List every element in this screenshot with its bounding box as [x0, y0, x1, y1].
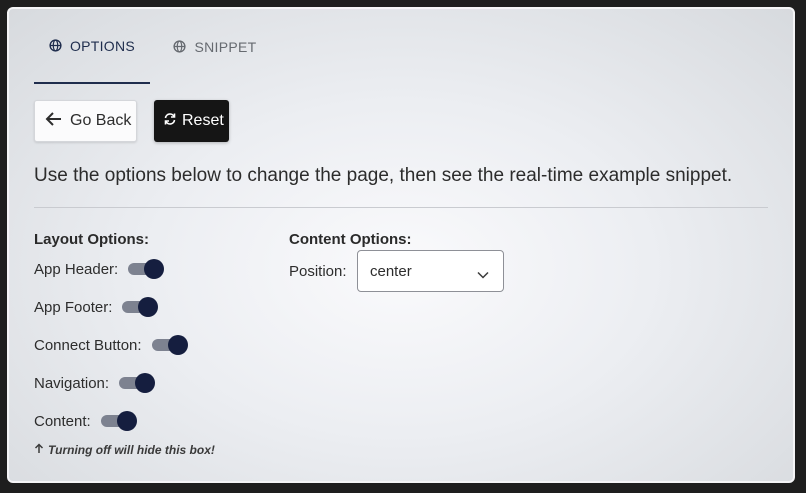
position-label: Position: [289, 263, 347, 280]
globe-icon [49, 39, 62, 52]
tab-options[interactable]: OPTIONS [34, 9, 150, 84]
go-back-button[interactable]: Go Back [34, 100, 137, 142]
option-label: App Header: [34, 260, 119, 278]
tab-options-label: OPTIONS [69, 37, 136, 54]
app-header-toggle[interactable] [128, 259, 165, 279]
hide-box-note: Turning off will hide this box! [34, 443, 215, 457]
position-value: center [370, 262, 412, 280]
note-text: Turning off will hide this box! [48, 443, 215, 457]
refresh-icon [163, 112, 177, 131]
divider [34, 207, 768, 208]
chevron-down-icon [477, 266, 489, 283]
option-app-footer: App Footer: [34, 296, 159, 318]
content-options-heading: Content Options: [289, 231, 412, 248]
tab-snippet[interactable]: SNIPPET [150, 9, 280, 84]
tab-bar: OPTIONS SNIPPET [34, 9, 280, 84]
connect-button-toggle[interactable] [151, 335, 188, 355]
option-connect-button: Connect Button: [34, 334, 188, 356]
navigation-toggle[interactable] [119, 373, 156, 393]
tab-snippet-label: SNIPPET [194, 38, 257, 55]
content-toggle[interactable] [100, 411, 137, 431]
option-content: Content: [34, 410, 137, 432]
globe-icon [173, 40, 187, 53]
option-app-header: App Header: [34, 258, 165, 280]
description-text: Use the options below to change the page… [34, 165, 733, 186]
position-select[interactable]: center [357, 250, 504, 292]
option-label: Navigation: [34, 374, 110, 392]
go-back-label: Go Back [70, 112, 132, 129]
arrow-up-icon [34, 443, 44, 457]
option-label: Connect Button: [34, 336, 142, 354]
arrow-left-icon [45, 111, 63, 132]
reset-label: Reset [182, 112, 224, 129]
option-navigation: Navigation: [34, 372, 156, 394]
layout-options-heading: Layout Options: [34, 231, 149, 248]
reset-button[interactable]: Reset [154, 100, 229, 142]
app-footer-toggle[interactable] [122, 297, 159, 317]
options-panel: OPTIONS SNIPPET Go Back Reset Use the op… [7, 7, 795, 483]
option-label: App Footer: [34, 298, 113, 316]
option-label: Content: [34, 412, 91, 430]
